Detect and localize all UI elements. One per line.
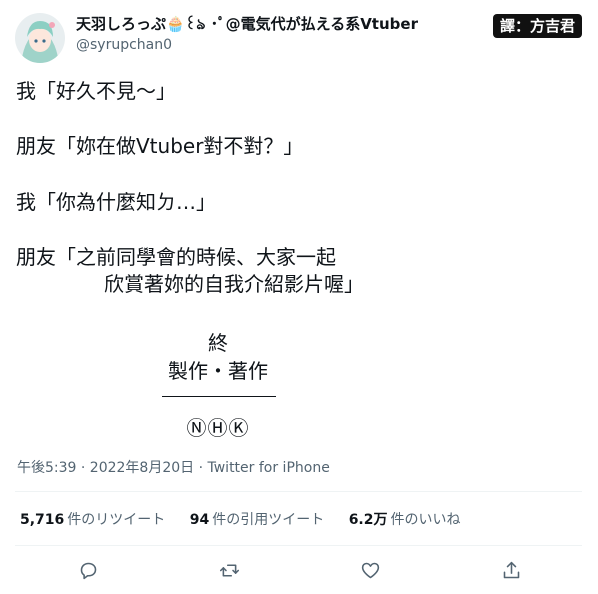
like-icon[interactable] (357, 557, 383, 583)
display-name[interactable]: 天羽しろっぷ🧁꒰ঌ ･ﾟ@電気代が払える系Vtuber (76, 14, 418, 34)
tweet-timestamp[interactable]: 午後5:39 · 2022年8月20日 · Twitter for iPhone (17, 457, 330, 477)
action-bar (0, 557, 598, 583)
share-icon[interactable] (498, 557, 524, 583)
credits-rule (162, 396, 276, 397)
retweet-count[interactable]: 5,716 件のリツイート (20, 512, 165, 528)
user-handle[interactable]: @syrupchan0 (76, 35, 418, 55)
tweet-line: 朋友「妳在做Vtuber對不對？」 (16, 134, 304, 158)
divider (15, 545, 582, 546)
avatar[interactable] (15, 13, 65, 63)
tweet-line: 欣賞著妳的自我介紹影片喔」 (104, 272, 364, 296)
author-block: 天羽しろっぷ🧁꒰ঌ ･ﾟ@電気代が払える系Vtuber @syrupchan0 (76, 14, 418, 55)
like-count[interactable]: 6.2万 件のいいね (349, 512, 461, 528)
divider (15, 491, 582, 492)
translator-badge: 譯：方吉君 (493, 14, 583, 38)
retweet-icon[interactable] (216, 557, 242, 583)
reply-icon[interactable] (75, 557, 101, 583)
credits-end: 終 (208, 331, 228, 355)
credits-broadcaster: ⓃⒽⓀ (186, 416, 250, 440)
tweet-line: 朋友「之前同學會的時候、大家一起 (16, 245, 336, 269)
tweet-line: 我「好久不見～」 (16, 79, 176, 103)
quote-tweet-count[interactable]: 94 件の引用ツイート (190, 512, 324, 528)
credits-production: 製作・著作 (168, 359, 268, 383)
tweet-line: 我「你為什麼知ㄉ…」 (16, 190, 216, 214)
engagement-stats: 5,716 件のリツイート 94 件の引用ツイート 6.2万 件のいいね (20, 509, 481, 529)
